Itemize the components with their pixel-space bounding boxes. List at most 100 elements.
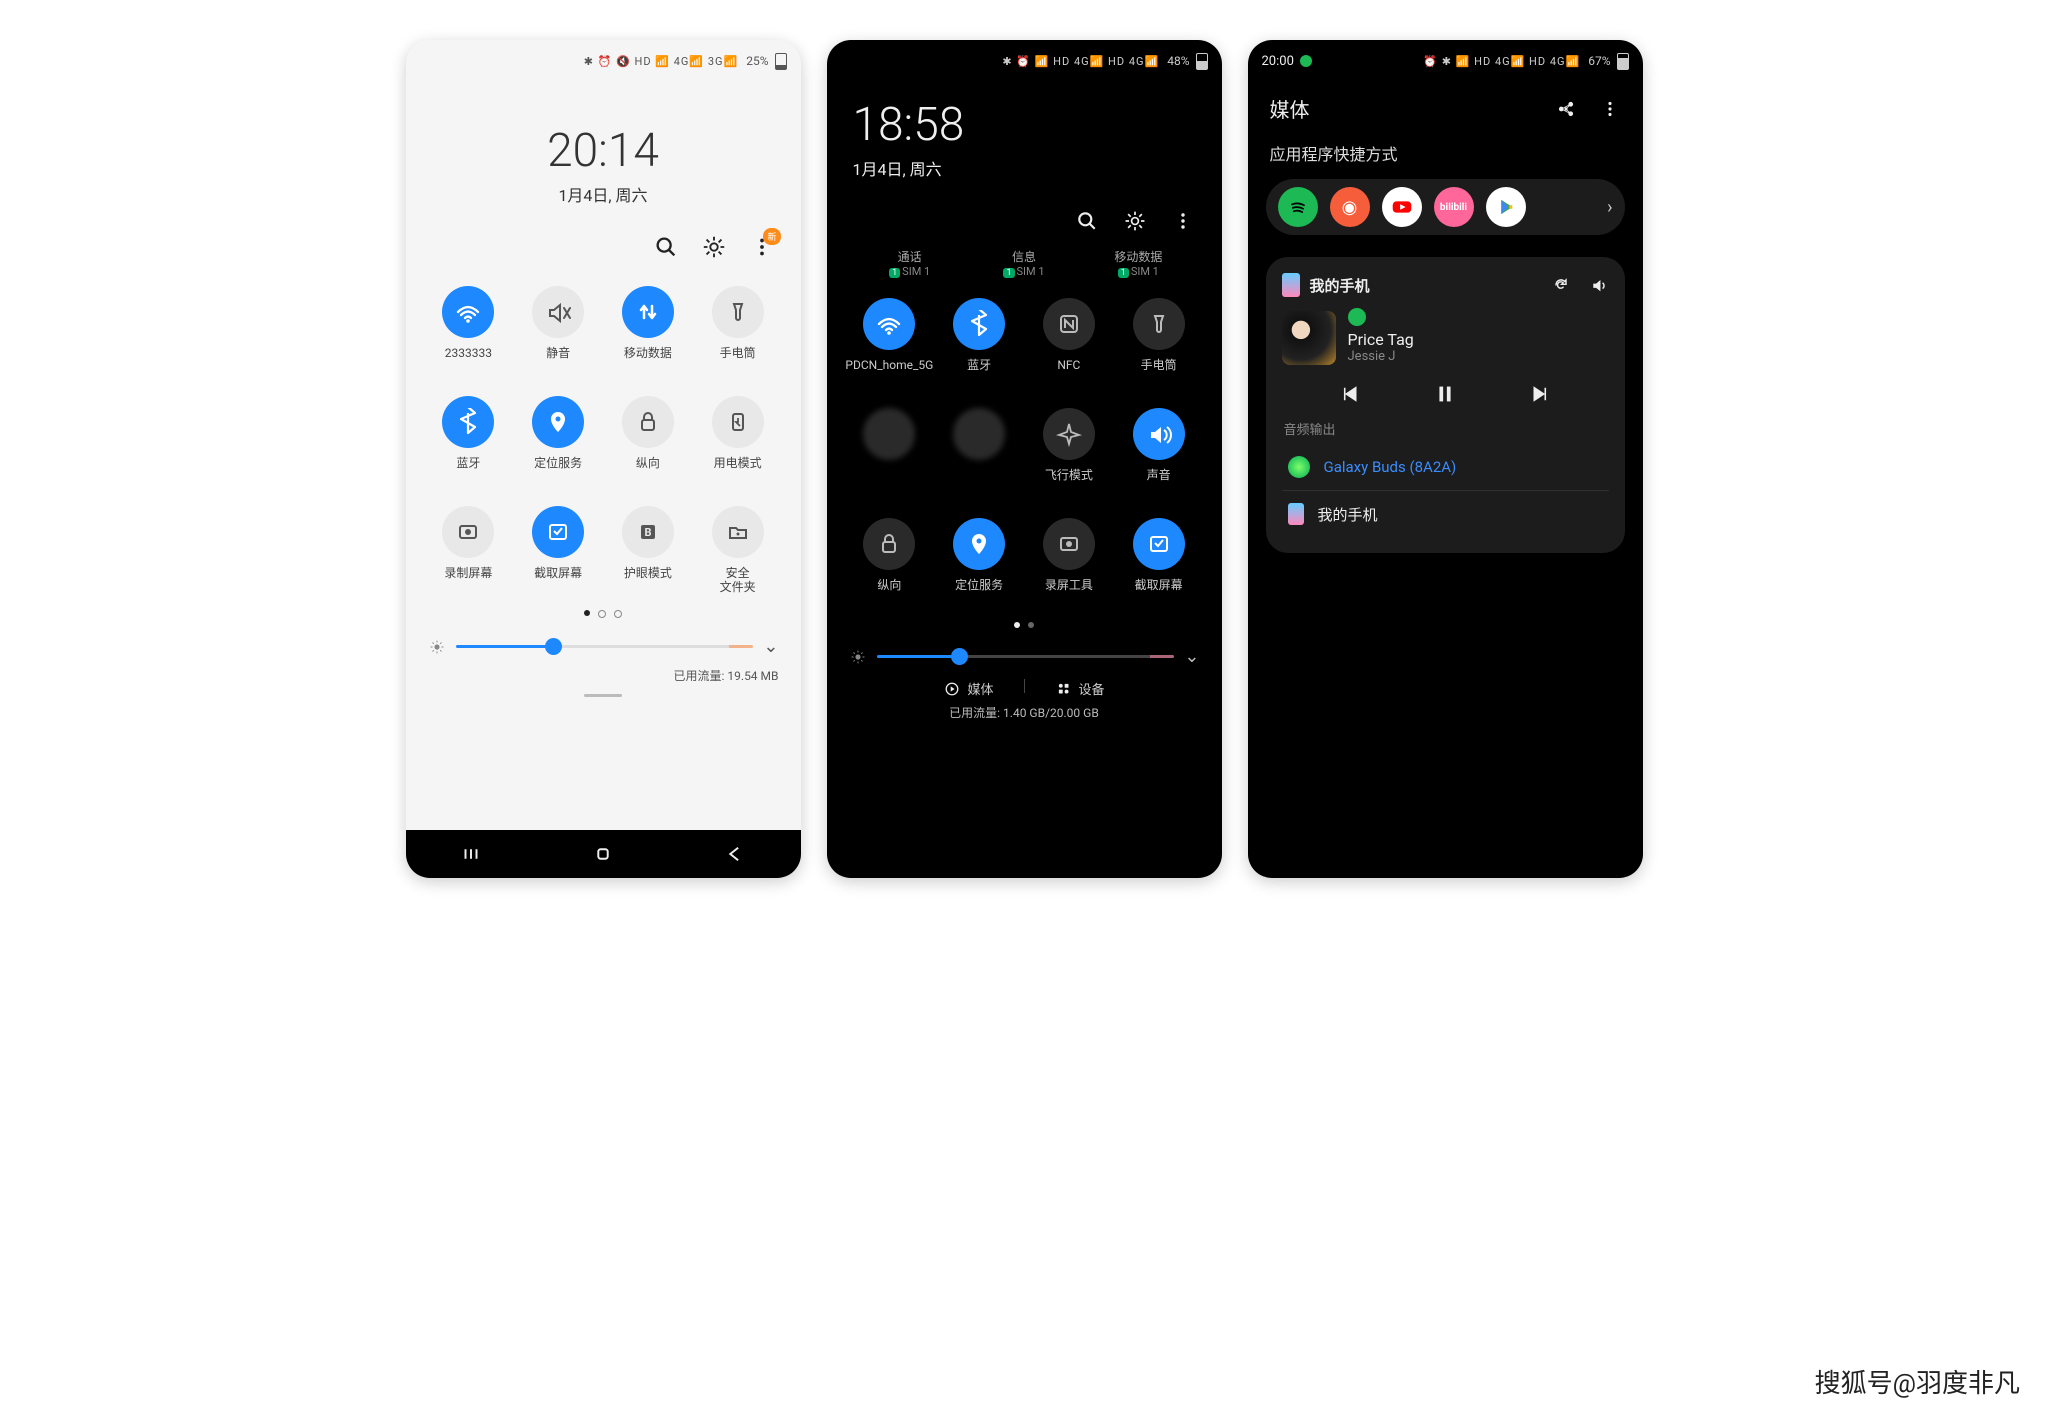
status-icons: ✱ ⏰ 🔇 HD 📶 4G📶 3G📶 bbox=[584, 55, 739, 68]
tile-shot[interactable]: 截取屏幕 bbox=[513, 506, 603, 594]
output-phone[interactable]: 我的手机 bbox=[1282, 491, 1609, 537]
media-card: 我的手机 Price Tag Jessie J bbox=[1266, 257, 1625, 553]
tile-torch[interactable]: 手电筒 bbox=[1114, 298, 1204, 386]
app-spotify[interactable] bbox=[1278, 187, 1318, 227]
tile-rec[interactable]: 录制屏幕 bbox=[424, 506, 514, 594]
tile-folder[interactable]: 安全 文件夹 bbox=[693, 506, 783, 594]
prev-button[interactable] bbox=[1340, 383, 1362, 405]
tile-blur[interactable] bbox=[934, 408, 1024, 496]
devices-button[interactable]: 设备 bbox=[1055, 679, 1105, 698]
media-panel: 20:00 ⏰ ✱ 📶 HD 4G📶 HD 4G📶 67% 媒体 应用程序快捷方… bbox=[1248, 40, 1643, 878]
app-bilibili[interactable]: bilibili bbox=[1434, 187, 1474, 227]
album-art bbox=[1282, 311, 1336, 365]
app-pocketcasts[interactable]: ◉ bbox=[1330, 187, 1370, 227]
tile-loc[interactable]: 定位服务 bbox=[934, 518, 1024, 606]
battery-icon bbox=[1196, 53, 1208, 70]
app-playstore[interactable] bbox=[1486, 187, 1526, 227]
tile-lock[interactable]: 纵向 bbox=[845, 518, 935, 606]
brightness-slider[interactable]: ⌄ bbox=[827, 640, 1222, 673]
tile-plane[interactable]: 飞行模式 bbox=[1024, 408, 1114, 496]
output-name: 我的手机 bbox=[1318, 504, 1378, 525]
spotify-status-icon bbox=[1300, 55, 1312, 67]
tile-power[interactable]: 用电模式 bbox=[693, 396, 783, 484]
tile-nfc[interactable]: NFC bbox=[1024, 298, 1114, 386]
pause-button[interactable] bbox=[1432, 381, 1458, 407]
expand-icon[interactable]: ⌄ bbox=[763, 636, 778, 657]
sim-selector[interactable]: 移动数据1SIM 1 bbox=[1081, 248, 1195, 278]
tile-bt[interactable]: 蓝牙 bbox=[424, 396, 514, 484]
quick-settings-panel-light: ✱ ⏰ 🔇 HD 📶 4G📶 3G📶 25% 20:14 1月4日, 周六 新 … bbox=[406, 40, 801, 878]
tile-label: 护眼模式 bbox=[624, 566, 672, 594]
tile-data[interactable]: 移动数据 bbox=[603, 286, 693, 374]
header: 18:58 1月4日, 周六 bbox=[827, 76, 1222, 180]
search-button[interactable] bbox=[1074, 208, 1100, 234]
output-list: Galaxy Buds (8A2A) 我的手机 bbox=[1282, 444, 1609, 537]
settings-button[interactable] bbox=[1122, 208, 1148, 234]
tile-label: 声音 bbox=[1147, 468, 1171, 496]
tile-label: 纵向 bbox=[636, 456, 660, 484]
battery-text: 48% bbox=[1167, 54, 1189, 68]
phone-device-icon bbox=[1282, 273, 1300, 297]
app-youtube[interactable] bbox=[1382, 187, 1422, 227]
search-button[interactable] bbox=[653, 234, 679, 260]
recents-button[interactable] bbox=[456, 839, 486, 869]
output-name: Galaxy Buds (8A2A) bbox=[1324, 458, 1457, 476]
more-button[interactable]: 新 bbox=[749, 234, 775, 260]
playback-controls bbox=[1306, 381, 1585, 407]
tile-label: 2333333 bbox=[445, 346, 492, 374]
tile-blur[interactable] bbox=[845, 408, 935, 496]
quick-tiles-grid: PDCN_home_5G蓝牙 NFC 手电筒飞行模式声音纵向 定位服务录屏工具截取屏幕 bbox=[827, 280, 1222, 610]
expand-icon[interactable]: ⌄ bbox=[1184, 646, 1199, 667]
status-bar: 20:00 ⏰ ✱ 📶 HD 4G📶 HD 4G📶 67% bbox=[1248, 40, 1643, 76]
tile-label: 纵向 bbox=[877, 578, 901, 606]
settings-button[interactable] bbox=[701, 234, 727, 260]
tile-label: 截取屏幕 bbox=[1135, 578, 1183, 606]
date: 1月4日, 周六 bbox=[853, 156, 1196, 180]
connections-button[interactable] bbox=[1555, 98, 1577, 120]
tile-sound[interactable]: 声音 bbox=[1114, 408, 1204, 496]
next-button[interactable] bbox=[1528, 383, 1550, 405]
device-name: 我的手机 bbox=[1310, 275, 1370, 296]
sim-selector[interactable]: 信息1SIM 1 bbox=[967, 248, 1081, 278]
tile-bt[interactable]: 蓝牙 bbox=[934, 298, 1024, 386]
song-artist: Jessie J bbox=[1348, 349, 1414, 364]
quick-settings-panel-dark: ✱ ⏰ 📶 HD 4G📶 HD 4G📶 48% 18:58 1月4日, 周六 通… bbox=[827, 40, 1222, 878]
tile-lock[interactable]: 纵向 bbox=[603, 396, 693, 484]
volume-button[interactable] bbox=[1589, 275, 1609, 295]
tile-label: 静音 bbox=[546, 346, 570, 374]
tile-rec[interactable]: 录屏工具 bbox=[1024, 518, 1114, 606]
drag-handle[interactable] bbox=[584, 694, 622, 697]
panel-header: 媒体 bbox=[1248, 76, 1643, 131]
output-buds[interactable]: Galaxy Buds (8A2A) bbox=[1282, 444, 1609, 491]
new-badge: 新 bbox=[763, 228, 780, 245]
status-icons: ⏰ ✱ 📶 HD 4G📶 HD 4G📶 bbox=[1423, 55, 1580, 68]
refresh-button[interactable] bbox=[1551, 275, 1571, 295]
tile-eye[interactable]: 护眼模式 bbox=[603, 506, 693, 594]
tile-torch[interactable]: 手电筒 bbox=[693, 286, 783, 374]
tile-wifi[interactable]: 2333333 bbox=[424, 286, 514, 374]
home-button[interactable] bbox=[588, 839, 618, 869]
tile-mute[interactable]: 静音 bbox=[513, 286, 603, 374]
more-apps-arrow[interactable]: › bbox=[1607, 197, 1612, 218]
sim-selector[interactable]: 通话1SIM 1 bbox=[853, 248, 967, 278]
back-button[interactable] bbox=[720, 839, 750, 869]
panel-title: 媒体 bbox=[1270, 94, 1310, 123]
tile-label: 移动数据 bbox=[624, 346, 672, 374]
more-button[interactable] bbox=[1170, 208, 1196, 234]
shortcuts-title: 应用程序快捷方式 bbox=[1248, 131, 1643, 171]
brightness-slider[interactable]: ⌄ bbox=[406, 630, 801, 663]
clock: 20:14 bbox=[432, 124, 775, 178]
battery-text: 67% bbox=[1588, 54, 1610, 68]
tile-label: 安全 文件夹 bbox=[720, 566, 756, 594]
sun-icon bbox=[428, 638, 446, 656]
more-button[interactable] bbox=[1599, 98, 1621, 120]
tile-loc[interactable]: 定位服务 bbox=[513, 396, 603, 484]
action-row: 新 bbox=[406, 206, 801, 268]
tile-shot[interactable]: 截取屏幕 bbox=[1114, 518, 1204, 606]
tile-wifi[interactable]: PDCN_home_5G bbox=[845, 298, 935, 386]
now-playing: Price Tag Jessie J bbox=[1282, 311, 1609, 365]
tile-label: 定位服务 bbox=[955, 578, 1003, 606]
tile-label: NFC bbox=[1057, 358, 1080, 386]
media-button[interactable]: 媒体 bbox=[943, 679, 993, 698]
action-row bbox=[827, 180, 1222, 242]
